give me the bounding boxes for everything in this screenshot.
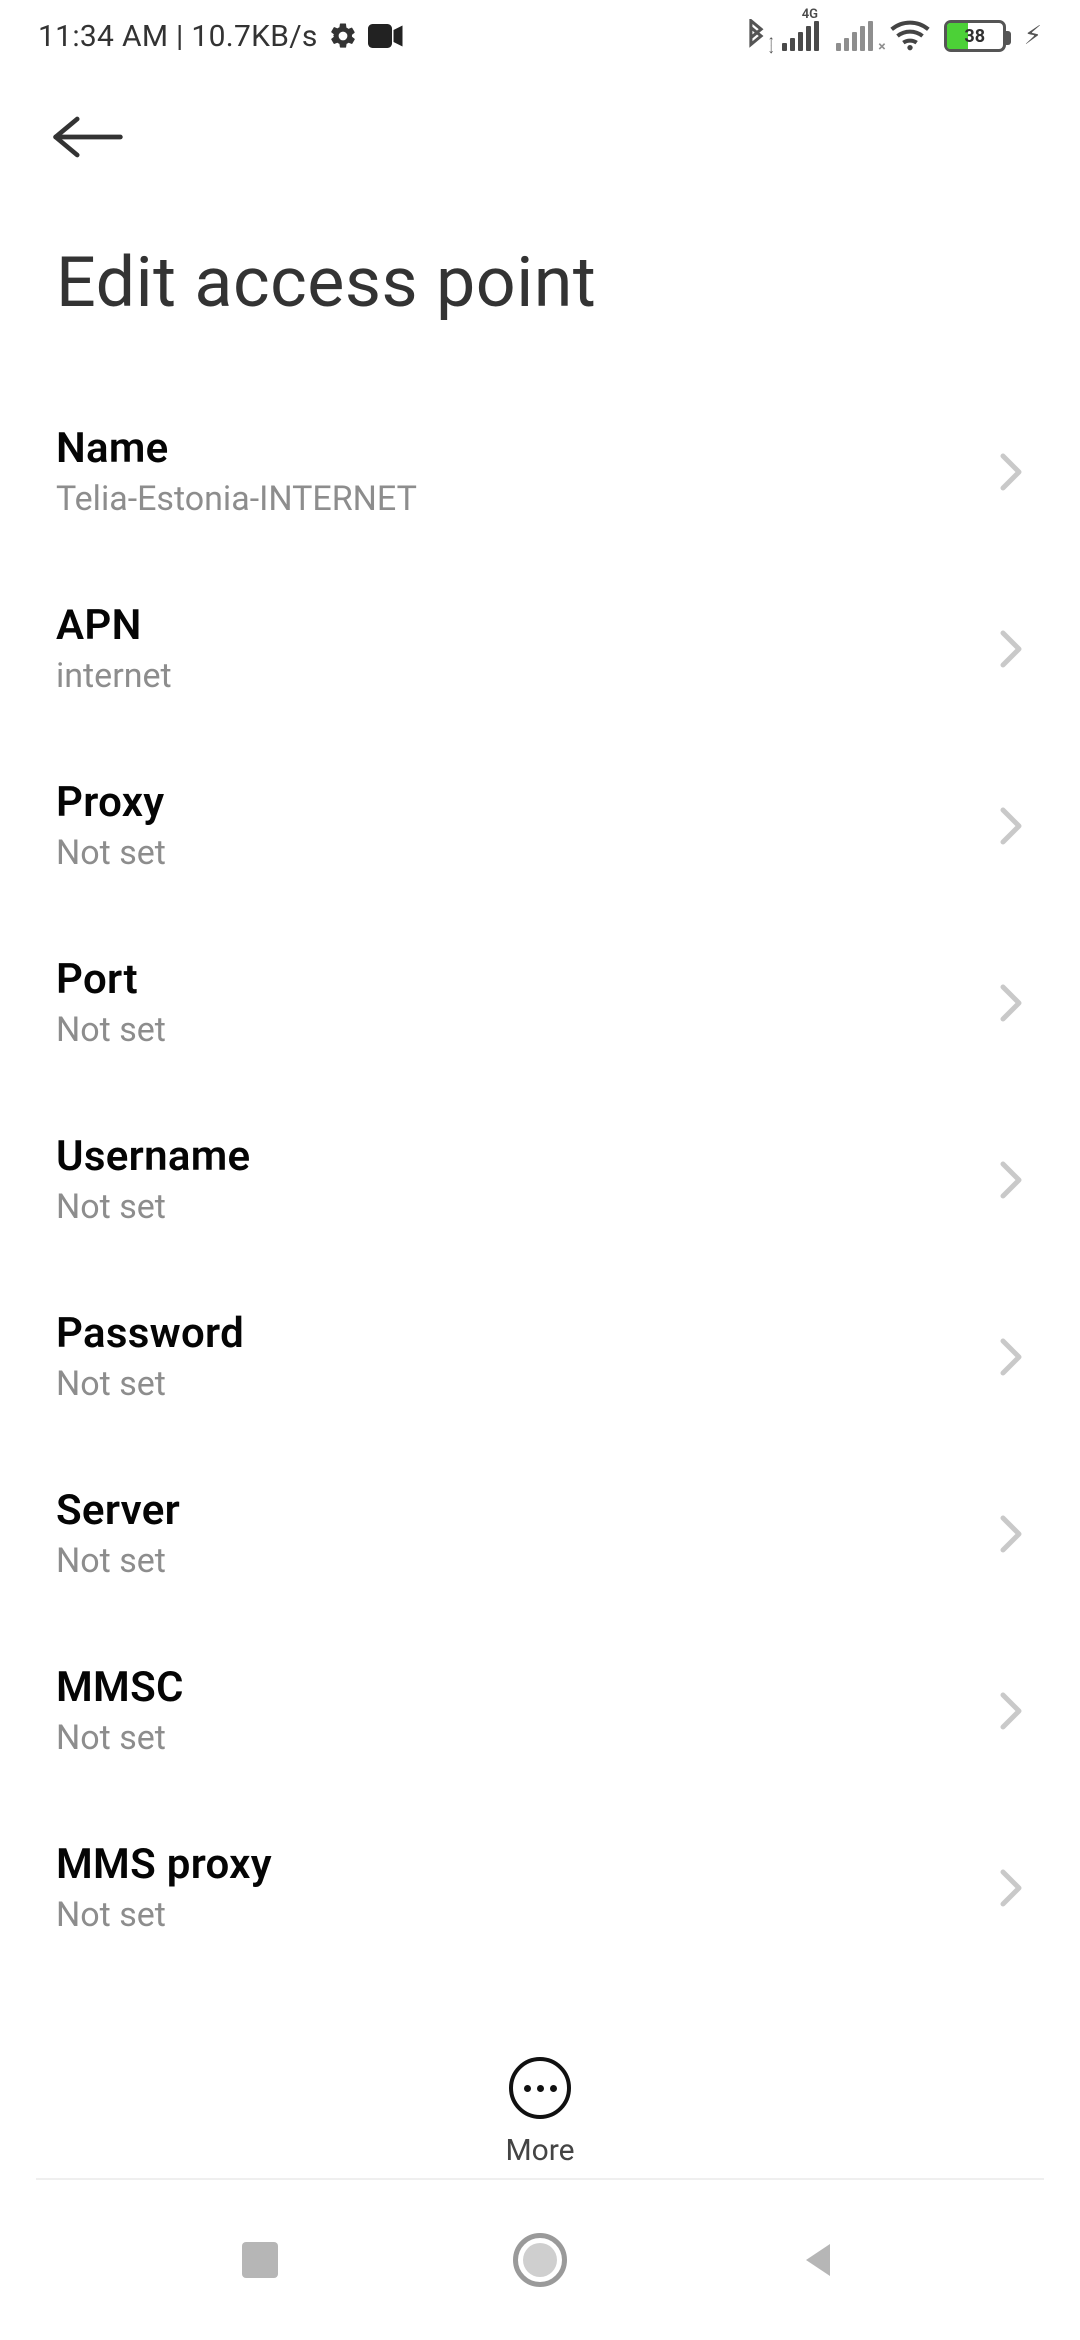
square-icon — [242, 2242, 278, 2278]
back-button[interactable] — [48, 97, 128, 177]
circle-icon — [513, 2233, 567, 2287]
nav-recents-button[interactable] — [220, 2220, 300, 2300]
field-value: Not set — [56, 1895, 272, 1935]
nav-home-button[interactable] — [500, 2220, 580, 2300]
status-bar: 11:34 AM | 10.7KB/s 4G ↑↓ × 38 ⚡︎ — [0, 0, 1080, 72]
chevron-right-icon — [998, 983, 1024, 1023]
field-label: Server — [56, 1486, 180, 1535]
field-label: APN — [56, 601, 172, 650]
field-server[interactable]: Server Not set — [56, 1446, 1024, 1623]
system-nav-bar — [0, 2180, 1080, 2340]
chevron-right-icon — [998, 1691, 1024, 1731]
chevron-right-icon — [998, 806, 1024, 846]
bottom-action-bar: More — [0, 2057, 1080, 2168]
cellular-signal-2-icon: × — [836, 21, 876, 51]
status-time: 11:34 AM | 10.7KB/s — [38, 19, 318, 54]
field-list: Name Telia-Estonia-INTERNET APN internet P… — [0, 384, 1080, 1977]
field-value: Not set — [56, 833, 166, 873]
field-proxy[interactable]: Proxy Not set — [56, 738, 1024, 915]
chevron-right-icon — [998, 452, 1024, 492]
field-value: Not set — [56, 1718, 184, 1758]
field-password[interactable]: Password Not set — [56, 1269, 1024, 1446]
wifi-icon — [890, 20, 930, 52]
triangle-left-icon — [800, 2240, 840, 2280]
battery-icon: 38 — [944, 20, 1006, 52]
field-name[interactable]: Name Telia-Estonia-INTERNET — [56, 384, 1024, 561]
nav-back-button[interactable] — [780, 2220, 860, 2300]
more-label: More — [505, 2133, 574, 2168]
field-label: Username — [56, 1132, 250, 1181]
chevron-right-icon — [998, 629, 1024, 669]
dots-icon — [524, 2085, 531, 2092]
field-label: Password — [56, 1309, 244, 1358]
field-label: Name — [56, 424, 417, 473]
field-port[interactable]: Port Not set — [56, 915, 1024, 1092]
video-icon — [368, 23, 404, 49]
gear-icon — [328, 21, 358, 51]
field-label: MMS proxy — [56, 1840, 272, 1889]
field-label: Proxy — [56, 778, 166, 827]
field-value: Not set — [56, 1010, 166, 1050]
field-value: Not set — [56, 1541, 180, 1581]
field-mmsc[interactable]: MMSC Not set — [56, 1623, 1024, 1800]
field-apn[interactable]: APN internet — [56, 561, 1024, 738]
cellular-signal-1-icon: 4G ↑↓ — [782, 21, 822, 51]
field-username[interactable]: Username Not set — [56, 1092, 1024, 1269]
status-right: 4G ↑↓ × 38 ⚡︎ — [744, 19, 1042, 53]
chevron-right-icon — [998, 1160, 1024, 1200]
field-label: MMSC — [56, 1663, 184, 1712]
chevron-right-icon — [998, 1868, 1024, 1908]
field-label: Port — [56, 955, 166, 1004]
app-bar — [0, 72, 1080, 202]
field-value: Not set — [56, 1187, 250, 1227]
field-value: Not set — [56, 1364, 244, 1404]
bluetooth-icon — [744, 19, 768, 53]
status-left: 11:34 AM | 10.7KB/s — [38, 19, 404, 54]
field-mms-proxy[interactable]: MMS proxy Not set — [56, 1800, 1024, 1977]
field-value: internet — [56, 656, 172, 696]
more-button[interactable] — [509, 2057, 571, 2119]
field-value: Telia-Estonia-INTERNET — [56, 479, 417, 519]
chevron-right-icon — [998, 1337, 1024, 1377]
page-title: Edit access point — [0, 202, 1080, 384]
charging-icon: ⚡︎ — [1024, 21, 1042, 51]
arrow-left-icon — [52, 113, 124, 161]
chevron-right-icon — [998, 1514, 1024, 1554]
